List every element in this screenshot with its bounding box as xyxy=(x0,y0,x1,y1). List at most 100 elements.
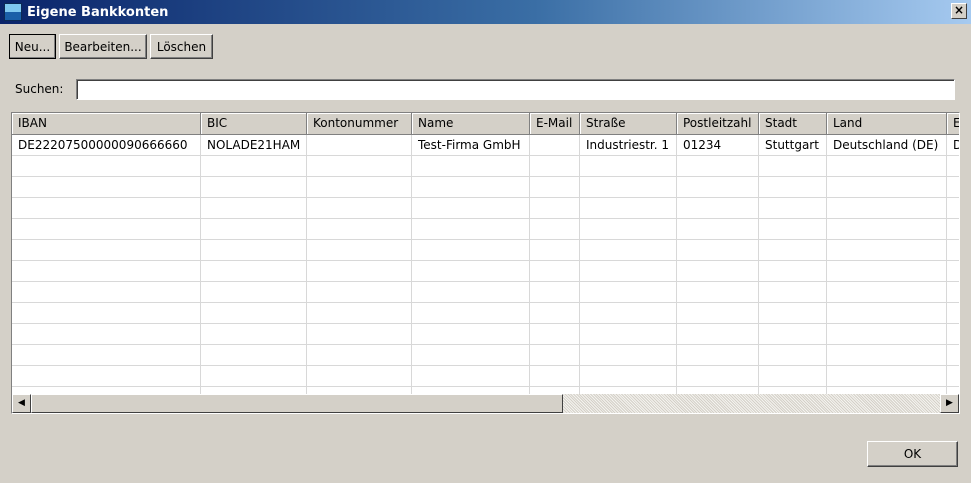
table-cell xyxy=(827,219,947,240)
table-cell xyxy=(827,261,947,282)
table-cell xyxy=(12,387,201,394)
table-cell xyxy=(759,366,827,387)
table-cell xyxy=(412,366,530,387)
table-cell xyxy=(580,303,677,324)
table-cell xyxy=(947,345,959,366)
window-title: Eigene Bankkonten xyxy=(27,4,169,20)
table-cell xyxy=(759,303,827,324)
table-row[interactable] xyxy=(12,345,959,366)
table-cell xyxy=(530,261,580,282)
horizontal-scrollbar[interactable]: ◀ ▶ xyxy=(12,394,959,413)
scrollbar-thumb[interactable] xyxy=(31,394,563,413)
table-cell xyxy=(307,324,412,345)
table-cell: Stuttgart xyxy=(759,135,827,156)
table-cell xyxy=(12,156,201,177)
table-cell xyxy=(12,219,201,240)
table-row[interactable] xyxy=(12,366,959,387)
table-cell xyxy=(827,345,947,366)
scroll-left-arrow[interactable]: ◀ xyxy=(12,394,31,413)
table-cell xyxy=(307,240,412,261)
table-row[interactable] xyxy=(12,324,959,345)
table-cell xyxy=(580,219,677,240)
table-cell xyxy=(580,387,677,394)
column-header[interactable]: BIC xyxy=(201,113,307,135)
table-cell: D xyxy=(947,135,959,156)
table-cell xyxy=(677,219,759,240)
edit-button[interactable]: Bearbeiten... xyxy=(59,34,147,59)
table-cell xyxy=(580,261,677,282)
table-cell xyxy=(580,366,677,387)
table-cell xyxy=(12,324,201,345)
column-header[interactable]: Straße xyxy=(580,113,677,135)
table-cell xyxy=(307,345,412,366)
table-cell xyxy=(412,387,530,394)
accounts-table[interactable]: IBAN BIC Kontonummer Name E-Mail Straße Postle… xyxy=(11,112,960,414)
table-cell xyxy=(677,177,759,198)
table-row[interactable] xyxy=(12,219,959,240)
table-row[interactable] xyxy=(12,282,959,303)
table-cell xyxy=(677,387,759,394)
table-cell xyxy=(947,261,959,282)
table-cell xyxy=(677,261,759,282)
column-header[interactable]: Kontonummer xyxy=(307,113,412,135)
table-cell xyxy=(12,261,201,282)
table-cell xyxy=(947,219,959,240)
table-cell xyxy=(759,387,827,394)
column-header[interactable]: Name xyxy=(412,113,530,135)
table-cell xyxy=(677,240,759,261)
table-cell xyxy=(947,198,959,219)
delete-button[interactable]: Löschen xyxy=(150,34,213,59)
table-row[interactable] xyxy=(12,303,959,324)
table-cell xyxy=(201,219,307,240)
column-header[interactable]: Land xyxy=(827,113,947,135)
table-cell xyxy=(530,177,580,198)
table-row[interactable] xyxy=(12,198,959,219)
table-cell xyxy=(580,156,677,177)
table-cell xyxy=(530,240,580,261)
table-cell xyxy=(12,177,201,198)
table-cell xyxy=(12,240,201,261)
table-cell xyxy=(759,219,827,240)
table-cell xyxy=(412,198,530,219)
table-cell xyxy=(947,387,959,394)
table-cell xyxy=(677,345,759,366)
table-row[interactable] xyxy=(12,261,959,282)
table-cell xyxy=(677,198,759,219)
table-row[interactable] xyxy=(12,156,959,177)
table-cell xyxy=(307,219,412,240)
table-cell xyxy=(412,282,530,303)
table-row[interactable] xyxy=(12,240,959,261)
search-label: Suchen: xyxy=(15,82,64,96)
table-cell xyxy=(759,156,827,177)
table-cell xyxy=(12,345,201,366)
table-cell xyxy=(580,240,677,261)
table-cell: DE22207500000090666660 xyxy=(12,135,201,156)
table-cell xyxy=(12,303,201,324)
table-cell xyxy=(759,261,827,282)
column-header[interactable]: E-Mail xyxy=(530,113,580,135)
table-cell xyxy=(412,156,530,177)
table-cell xyxy=(201,177,307,198)
table-row[interactable] xyxy=(12,387,959,394)
table-row[interactable]: DE22207500000090666660 NOLADE21HAM Test-Fi… xyxy=(12,135,959,156)
table-cell xyxy=(12,366,201,387)
table-cell xyxy=(412,240,530,261)
table-cell xyxy=(759,198,827,219)
scroll-right-arrow[interactable]: ▶ xyxy=(940,394,959,413)
table-cell xyxy=(307,282,412,303)
new-button[interactable]: Neu... xyxy=(9,34,56,59)
table-cell xyxy=(677,324,759,345)
ok-button[interactable]: OK xyxy=(867,441,958,467)
close-button[interactable]: × xyxy=(951,3,967,19)
column-header[interactable]: E xyxy=(947,113,959,135)
column-header[interactable]: Postleitzahl xyxy=(677,113,759,135)
title-bar: Eigene Bankkonten × xyxy=(0,0,971,24)
search-input[interactable] xyxy=(76,79,955,100)
table-cell: Deutschland (DE) xyxy=(827,135,947,156)
table-row[interactable] xyxy=(12,177,959,198)
table-cell xyxy=(947,324,959,345)
column-header[interactable]: Stadt xyxy=(759,113,827,135)
table-cell xyxy=(12,198,201,219)
table-cell xyxy=(201,156,307,177)
column-header[interactable]: IBAN xyxy=(12,113,201,135)
